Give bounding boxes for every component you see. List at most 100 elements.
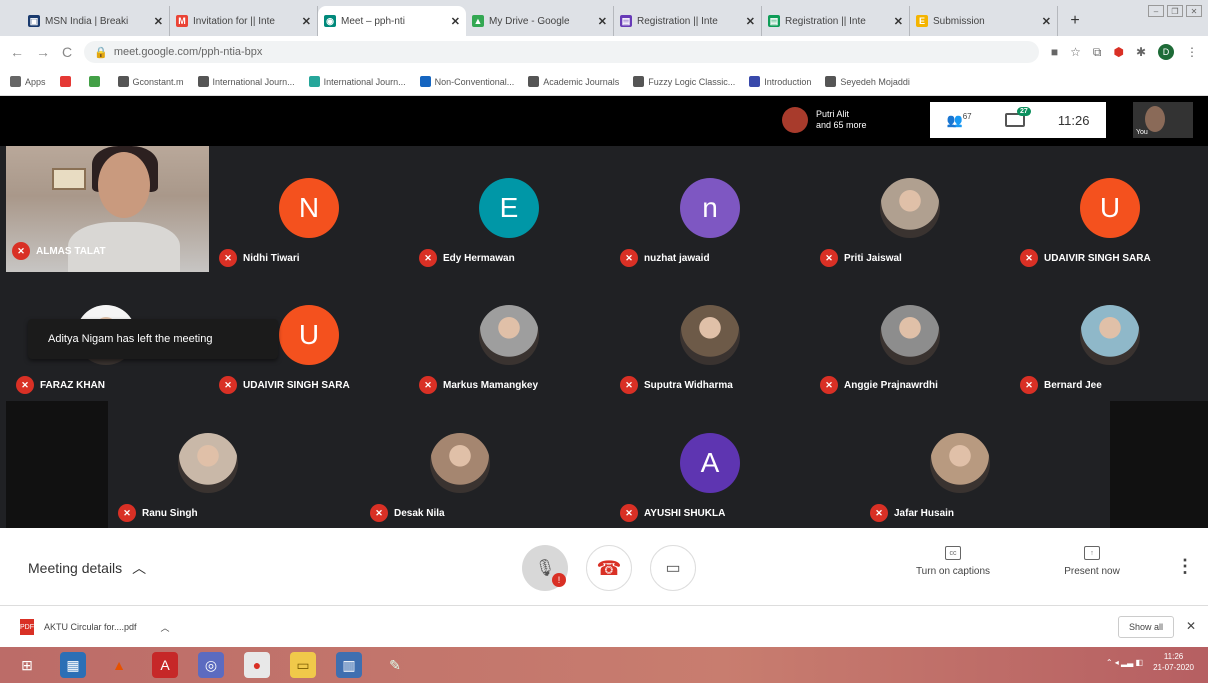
bookmark-icon [197,76,209,87]
participant-tile[interactable]: ✕ Priti Jaiswal [810,146,1010,273]
minimize-icon[interactable]: – [1148,5,1164,17]
browser-tab[interactable]: ▤ Registration || Inte ✕ [614,6,762,36]
participant-tile[interactable]: ✕ Markus Mamangkey [409,273,609,400]
participant-tile[interactable]: n ✕ nuzhat jawaid [610,146,810,273]
restore-icon[interactable]: ❐ [1167,5,1183,17]
participant-tile[interactable]: ✕ Anggie Prajnawrdhi [810,273,1010,400]
bookmark-item[interactable]: International Journ... [308,76,406,87]
self-video-tile[interactable]: You [1133,102,1193,138]
menu-icon[interactable]: ⋮ [1186,45,1198,59]
star-icon[interactable]: ☆ [1070,45,1081,59]
participant-tile[interactable]: ✕ Suputra Widharma [610,273,810,400]
file-explorer-icon[interactable]: ▭ [290,652,316,678]
participant-video[interactable]: ✕ ALMAS TALAT [6,146,209,272]
chrome-icon[interactable]: ● [244,652,270,678]
participant-photo [1080,305,1140,365]
shield-icon[interactable]: ⬢ [1113,45,1123,59]
back-icon[interactable]: ← [10,44,24,60]
participant-tile[interactable]: ✕ Ranu Singh [108,401,308,528]
bookmark-label: Seyedeh Mojaddi [840,76,910,87]
present-label: Present now [1064,566,1120,577]
browser-tab[interactable]: ◉ Meet – pph-nti ✕ [318,6,466,36]
browser-tab[interactable]: M Invitation for || Inte ✕ [170,6,318,36]
tab-close-icon[interactable]: ✕ [894,15,903,28]
present-button[interactable]: ↑ Present now [1042,546,1142,577]
browser-tab[interactable]: ▣ MSN India | Breaki ✕ [22,6,170,36]
show-all-button[interactable]: Show all [1117,616,1174,638]
bookmark-label: Introduction [764,76,812,87]
reload-icon[interactable]: C [62,44,72,60]
bookmark-icon [419,76,431,87]
browser-tab[interactable]: ▤ Registration || Inte ✕ [762,6,910,36]
chat-icon[interactable]: 27 [1004,107,1031,127]
tab-favicon-icon: M [176,15,188,27]
chevron-up-icon[interactable]: ︿ [161,621,170,634]
tab-close-icon[interactable]: ✕ [598,15,607,28]
participant-name: Suputra Widharma [644,379,733,391]
windows-start-icon[interactable]: ⊞ [14,652,40,678]
mic-off-icon: ✕ [1020,376,1038,394]
extension-icon[interactable]: ⧉ [1093,45,1102,60]
bookmark-item[interactable] [88,76,104,87]
tab-close-icon[interactable]: ✕ [154,15,163,28]
app-icon-1[interactable]: ▦ [60,652,86,678]
participant-tile[interactable]: ✕ Jafar Husain [860,401,1060,528]
bookmark-item[interactable] [59,76,75,87]
close-icon[interactable]: ✕ [1186,619,1196,633]
app-icon-3[interactable]: ▥ [336,652,362,678]
app-icon-2[interactable]: ◎ [198,652,224,678]
presenter-info[interactable]: Putri Alit and 65 more [782,102,867,138]
new-tab-button[interactable]: + [1064,10,1086,32]
people-button[interactable]: 👥67 [947,112,972,128]
participant-name: UDAIVIR SINGH SARA [243,379,350,391]
participant-tile[interactable]: ✕ Desak Nila [360,401,560,528]
participant-name: Priti Jaiswal [844,252,902,264]
participant-tile[interactable]: A ✕ AYUSHI SHUKLA [610,401,810,528]
camera-icon[interactable]: ■ [1051,45,1058,59]
tab-close-icon[interactable]: ✕ [451,15,460,28]
participant-tile[interactable]: E ✕ Edy Hermawan [409,146,609,273]
more-options-icon[interactable]: ⋮ [1176,556,1194,577]
matlab-icon[interactable]: ▲ [106,652,132,678]
profile-avatar[interactable]: D [1158,44,1174,60]
bookmark-item[interactable]: Seyedeh Mojaddi [825,76,910,87]
participant-tile[interactable]: N ✕ Nidhi Tiwari [209,146,409,273]
bookmark-icon [10,76,21,87]
participant-name-tag: ✕ Anggie Prajnawrdhi [820,376,938,394]
browser-tab[interactable]: E Submission ✕ [910,6,1058,36]
close-window-icon[interactable]: ✕ [1186,5,1202,17]
download-file-name[interactable]: AKTU Circular for....pdf [44,622,137,632]
forward-icon[interactable]: → [36,44,50,60]
tab-close-icon[interactable]: ✕ [746,15,755,28]
bookmark-item[interactable]: Introduction [749,76,811,87]
participant-tile[interactable]: ✕ Bernard Jee [1010,273,1208,400]
hang-up-button[interactable]: ☎ [586,545,632,591]
app-icon-4[interactable]: ✎ [382,652,408,678]
omnibox[interactable]: 🔒 meet.google.com/pph-ntia-bpx [84,41,1039,63]
participant-photo [178,433,238,493]
microphone-button[interactable]: 🎙 ! [522,545,568,591]
bookmark-item[interactable]: Gconstant.m [117,76,184,87]
participant-initial-avatar: N [279,178,339,238]
tab-title: MSN India | Breaki [45,15,129,27]
tab-close-icon[interactable]: ✕ [302,15,311,28]
bookmark-item[interactable]: Non-Conventional... [419,76,514,87]
bookmark-item[interactable]: International Journ... [197,76,295,87]
meeting-details-button[interactable]: Meeting details ︿ [28,558,146,578]
bookmark-item[interactable]: Academic Journals [528,76,619,87]
windows-taskbar: ⊞ ▦ ▲ A ◎ ● ▭ ▥ ✎ ⌃ ◂ ▂▃ ◧ 11:26 21-07-2… [0,647,1208,683]
bookmark-item[interactable]: Fuzzy Logic Classic... [633,76,735,87]
browser-tab[interactable]: ▲ My Drive - Google ✕ [466,6,614,36]
meet-info-box: 👥67 27 11:26 [930,102,1106,138]
mic-off-icon: ✕ [370,504,388,522]
camera-button[interactable]: ▭ [650,545,696,591]
bookmark-item[interactable]: Apps [10,76,46,87]
people-count: 67 [962,111,972,121]
captions-button[interactable]: cc Turn on captions [903,546,1003,577]
tray-icons[interactable]: ⌃ ◂ ▂▃ ◧ [1106,658,1143,667]
tab-close-icon[interactable]: ✕ [1042,15,1051,28]
acrobat-icon[interactable]: A [152,652,178,678]
participant-tile[interactable]: U ✕ UDAIVIR SINGH SARA [1010,146,1208,273]
puzzle-icon[interactable]: ✱ [1136,45,1146,59]
taskbar-clock[interactable]: 11:26 21-07-2020 [1153,651,1194,673]
